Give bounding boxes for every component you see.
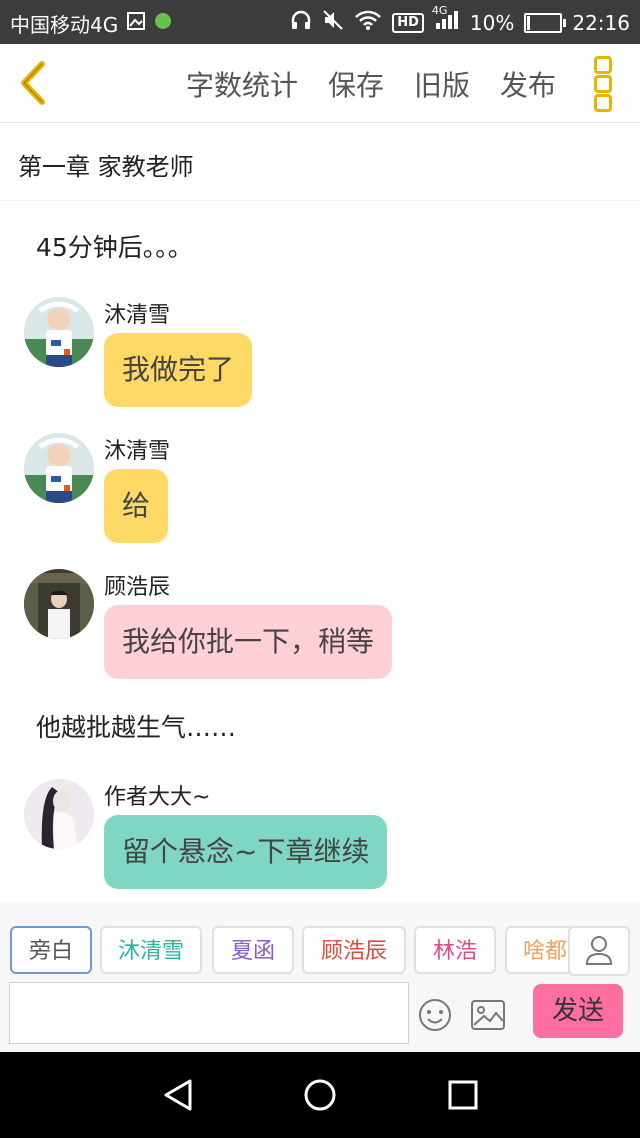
- sender-name: 沐清雪: [104, 303, 171, 328]
- avatar[interactable]: [24, 433, 94, 503]
- sender-name: 作者大大~: [104, 785, 211, 810]
- character-chip-more[interactable]: 啥都: [505, 926, 570, 974]
- chapter-header[interactable]: 第一章 家教老师: [0, 123, 640, 201]
- battery-icon: [524, 13, 567, 33]
- more-dot: [594, 75, 612, 93]
- person-icon[interactable]: [568, 926, 630, 976]
- chapter-title[interactable]: 第一章 家教老师: [18, 147, 194, 182]
- top-toolbar: 字数统计 保存 旧版 发布: [0, 44, 640, 123]
- chip-label: 顾浩辰: [320, 939, 387, 964]
- hd-badge: HD: [392, 13, 424, 33]
- sender-name: 顾浩辰: [104, 575, 171, 600]
- signal-icon: 4G: [432, 4, 460, 37]
- sender-name: 沐清雪: [104, 439, 171, 464]
- message-input[interactable]: [9, 982, 409, 1044]
- message-bubble[interactable]: 留个悬念~下章继续: [104, 815, 388, 889]
- battery-percent: 10%: [469, 11, 515, 35]
- save-button[interactable]: 保存: [328, 64, 384, 104]
- chip-label: 夏函: [230, 939, 275, 964]
- home-circle-icon[interactable]: [302, 1077, 338, 1113]
- chip-label: 旁白: [28, 939, 73, 964]
- character-chip-narrator[interactable]: 旁白: [10, 926, 92, 974]
- network-label: 4G: [431, 4, 448, 17]
- narration-text[interactable]: 45分钟后。。。: [36, 228, 193, 264]
- recents-square-icon[interactable]: [445, 1077, 481, 1113]
- avatar[interactable]: [24, 569, 94, 639]
- old-version-button[interactable]: 旧版: [414, 64, 470, 104]
- status-bar: 中国移动4G HD 4G 10% 22:16: [0, 0, 640, 44]
- mute-icon: [322, 9, 344, 37]
- back-chevron-icon[interactable]: [14, 58, 54, 108]
- more-dot: [594, 94, 612, 112]
- character-chip-guhaochen[interactable]: 顾浩辰: [302, 926, 406, 974]
- back-triangle-icon[interactable]: [160, 1077, 196, 1113]
- message-bubble[interactable]: 给: [104, 469, 169, 543]
- carrier-label: 中国移动4G: [10, 13, 119, 37]
- more-menu-icon[interactable]: [594, 56, 614, 112]
- wifi-icon: [354, 9, 382, 37]
- character-chip-muqingxue[interactable]: 沐清雪: [100, 926, 202, 974]
- chip-label: 沐清雪: [117, 939, 184, 964]
- character-chip-linhao[interactable]: 林浩: [414, 926, 496, 974]
- more-dot: [594, 56, 612, 74]
- headphone-icon: [290, 9, 312, 37]
- message-bubble[interactable]: 我做完了: [104, 333, 253, 407]
- chip-label: 林浩: [432, 939, 477, 964]
- character-chip-xiahan[interactable]: 夏函: [212, 926, 294, 974]
- system-nav-bar: [0, 1052, 640, 1138]
- send-button[interactable]: 发送: [533, 984, 623, 1038]
- image-notification-icon: [126, 11, 146, 37]
- emoji-icon[interactable]: [417, 997, 453, 1033]
- avatar[interactable]: [24, 779, 94, 849]
- word-count-button[interactable]: 字数统计: [186, 64, 298, 104]
- avatar[interactable]: [24, 297, 94, 367]
- image-icon[interactable]: [470, 999, 506, 1031]
- narration-text[interactable]: 他越批越生气……: [36, 708, 236, 744]
- character-selector: 旁白 沐清雪 夏函 顾浩辰 林浩 啥都: [10, 926, 570, 978]
- message-bubble[interactable]: 我给你批一下，稍等: [104, 605, 393, 679]
- chip-label: 啥都: [523, 939, 568, 964]
- clock: 22:16: [572, 11, 630, 35]
- publish-button[interactable]: 发布: [500, 64, 556, 104]
- input-panel: 旁白 沐清雪 夏函 顾浩辰 林浩 啥都 发送: [0, 902, 640, 1052]
- app-notification-icon: [154, 12, 172, 36]
